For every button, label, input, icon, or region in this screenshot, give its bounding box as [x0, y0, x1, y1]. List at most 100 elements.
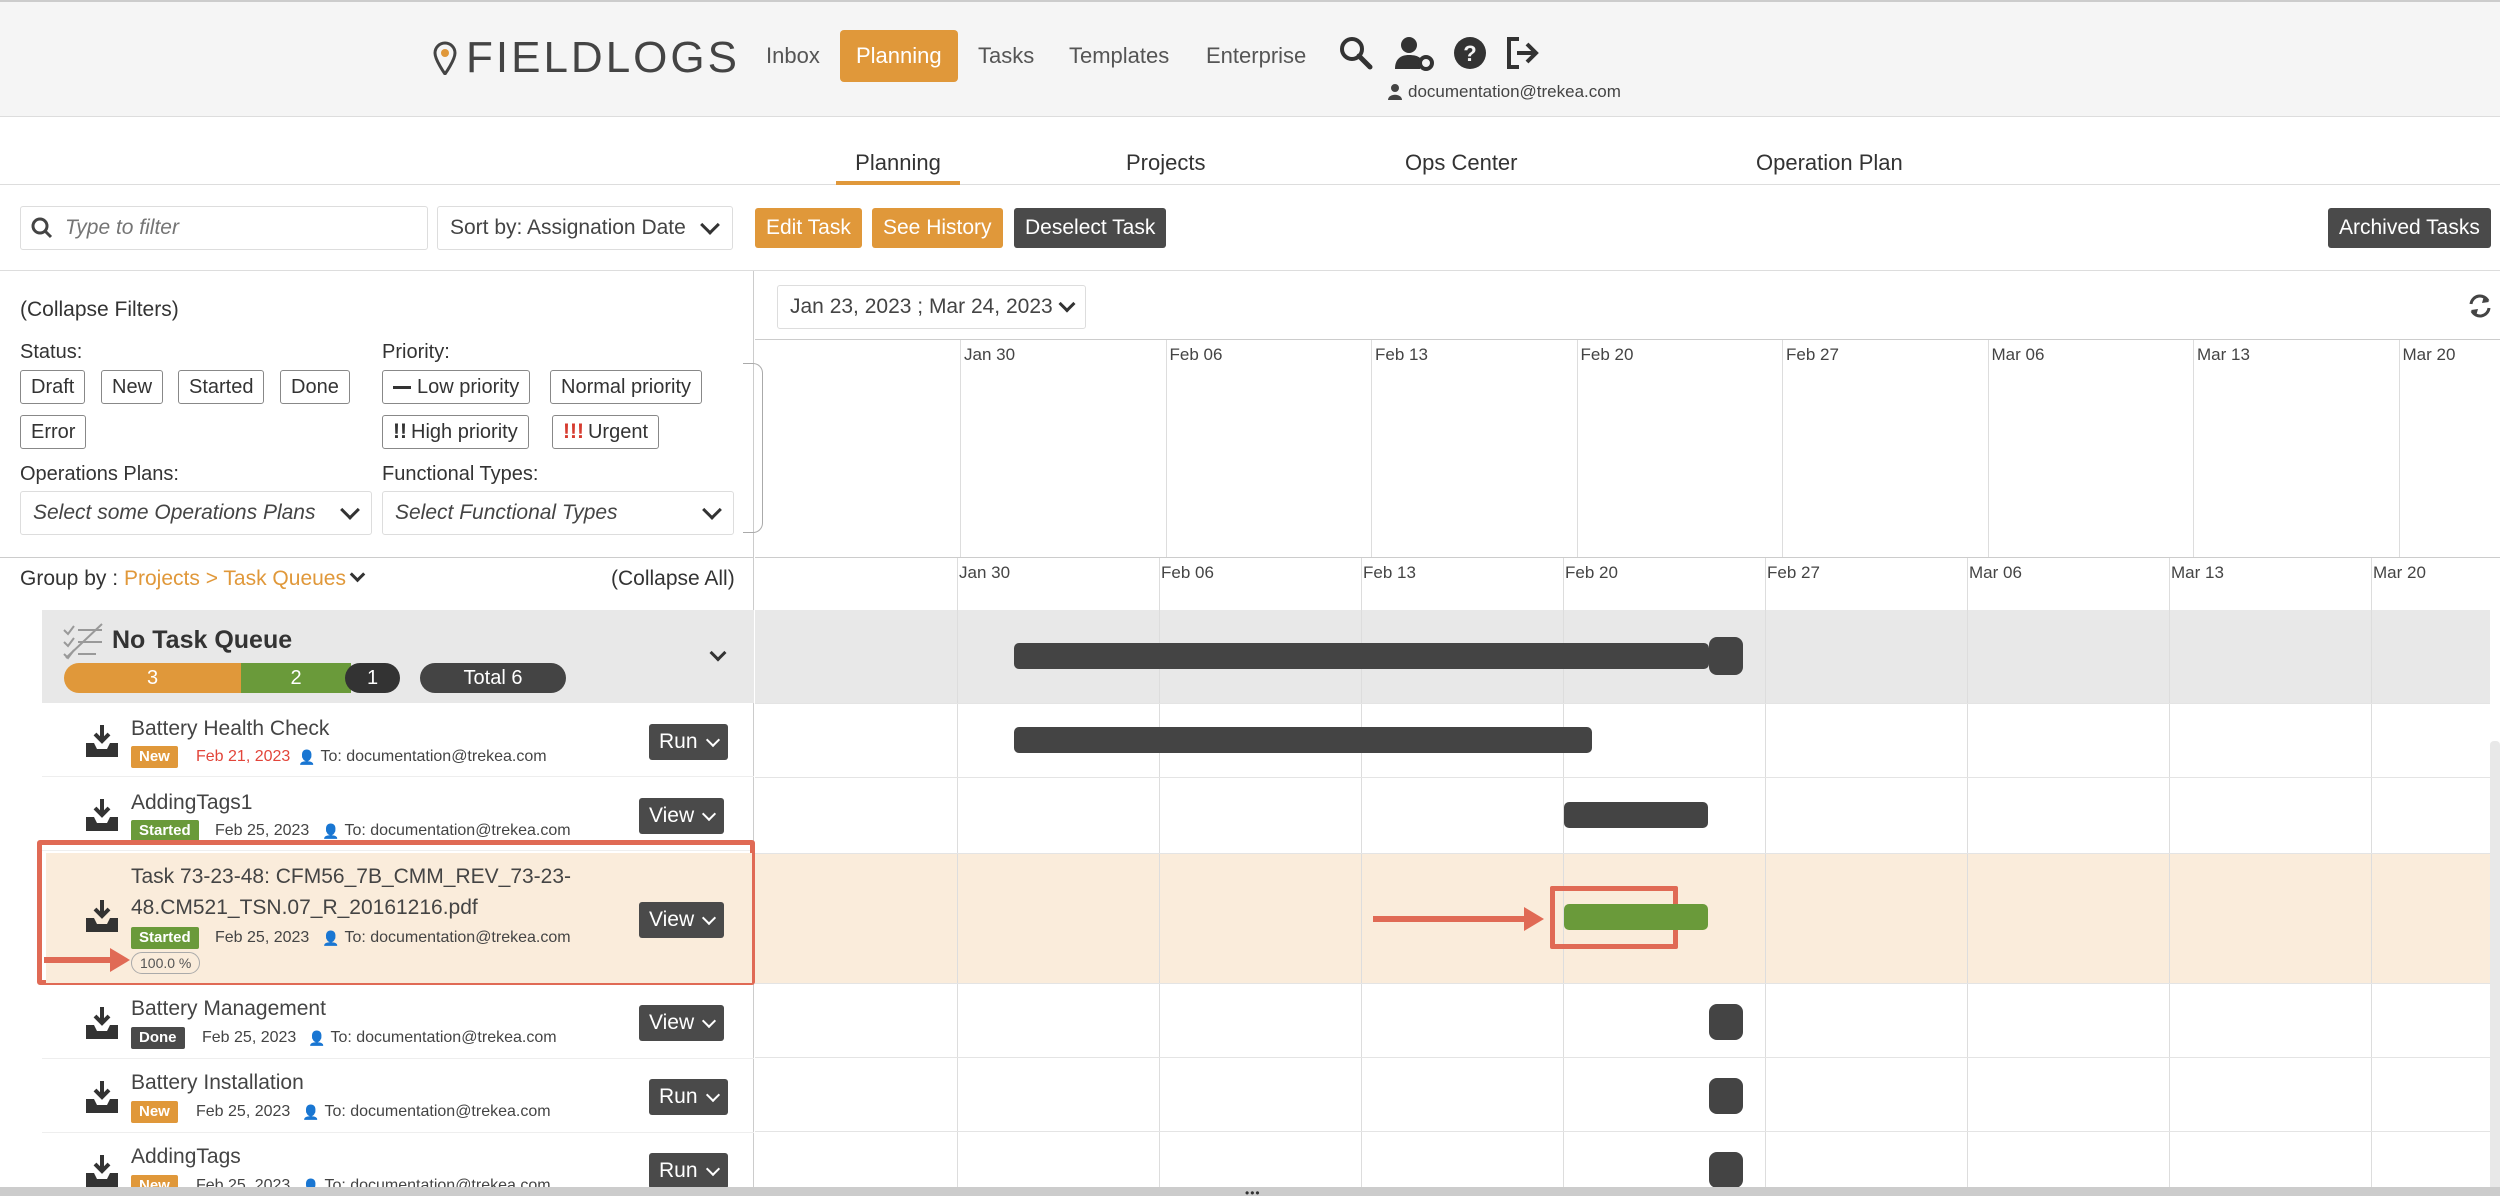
resize-handle-icon[interactable]: •••: [1245, 1186, 1261, 1200]
task-marker-battery-management[interactable]: [1709, 1004, 1743, 1040]
see-history-button[interactable]: See History: [872, 208, 1003, 248]
nav-tab-tasks[interactable]: Tasks: [962, 30, 1050, 82]
logout-icon[interactable]: [1505, 35, 1541, 71]
task-bar-selected[interactable]: [1564, 904, 1708, 930]
status-chip-done[interactable]: Done: [280, 370, 350, 404]
queue-summary-bar[interactable]: [1014, 643, 1709, 669]
run-button-label: Run: [659, 1085, 698, 1108]
collapse-all-link[interactable]: (Collapse All): [611, 567, 735, 591]
overview-date-label: Feb 06: [1169, 345, 1223, 364]
priority-chip-high[interactable]: !! High priority: [382, 415, 529, 449]
task-date: Feb 25, 2023: [215, 822, 310, 839]
group-by-select[interactable]: Projects > Task Queues: [124, 567, 346, 591]
vertical-scrollbar[interactable]: [2490, 741, 2500, 1196]
subtab-planning[interactable]: Planning: [836, 133, 960, 185]
chevron-down-icon[interactable]: [709, 644, 727, 662]
overview-date-label: Feb 20: [1580, 345, 1634, 364]
task-bar-addingtags1[interactable]: [1564, 802, 1708, 828]
task-row-selected[interactable]: Task 73-23-48: CFM56_7B_CMM_REV_73-23- 4…: [46, 853, 752, 983]
priority-chip-normal[interactable]: Normal priority: [550, 370, 703, 404]
collapse-filters-link[interactable]: (Collapse Filters): [20, 298, 179, 322]
task-assignee: 👤 To: documentation@trekea.com: [302, 1103, 551, 1121]
status-chip-draft[interactable]: Draft: [20, 370, 86, 404]
run-button[interactable]: Run: [649, 1153, 728, 1188]
task-row[interactable]: Battery Installation New Feb 25, 2023 👤 T…: [42, 1059, 754, 1133]
task-bar-battery-health-check[interactable]: [1014, 727, 1592, 753]
status-chip-started[interactable]: Started: [178, 370, 265, 404]
nav-tab-inbox[interactable]: Inbox: [750, 30, 836, 82]
timeline-date-label: Feb 27: [1767, 563, 1820, 582]
overview-date-label: Mar 20: [2402, 345, 2456, 364]
ops-plans-select[interactable]: Select some Operations Plans: [20, 491, 372, 535]
user-icon: 👤: [322, 929, 340, 946]
queue-name: No Task Queue: [112, 626, 293, 654]
date-range-text: Jan 23, 2023 ; Mar 24, 2023: [790, 295, 1053, 318]
task-name: Battery Health Check: [131, 717, 330, 740]
task-marker-addingtags[interactable]: [1709, 1152, 1743, 1188]
task-row[interactable]: Battery Health Check New Feb 21, 2023 👤 T…: [42, 703, 754, 777]
date-range-select[interactable]: Jan 23, 2023 ; Mar 24, 2023: [777, 285, 1086, 329]
timeline-grid-line: [1765, 558, 1766, 1196]
row-divider: [755, 777, 2490, 778]
user-icon: 👤: [308, 1029, 326, 1046]
status-chip-new[interactable]: New: [101, 370, 164, 404]
inbox-download-icon: [86, 799, 118, 831]
overview-grid-line: [1371, 340, 1372, 557]
overview-grid-line: [1987, 340, 1989, 557]
nav-tab-templates[interactable]: Templates: [1053, 30, 1185, 82]
functional-types-select[interactable]: Select Functional Types: [382, 491, 734, 535]
count-done-pill: 1: [345, 663, 400, 693]
status-chip-error[interactable]: Error: [20, 415, 87, 449]
view-button[interactable]: View: [639, 1005, 725, 1041]
task-marker-battery-installation[interactable]: [1709, 1078, 1743, 1114]
user-icon: 👤: [302, 1103, 320, 1120]
annotation-arrow: [44, 948, 130, 972]
refresh-icon[interactable]: [2467, 293, 2493, 319]
deselect-task-button[interactable]: Deselect Task: [1014, 208, 1167, 248]
status-badge: Done: [131, 1027, 185, 1049]
high-priority-icon: !!: [393, 420, 407, 443]
fieldlogs-logo[interactable]: FIELDLOGS: [432, 33, 740, 82]
priority-high-label: High priority: [411, 421, 518, 443]
help-icon[interactable]: ?: [1452, 35, 1488, 71]
row-divider: [755, 703, 2490, 704]
task-queue-header[interactable]: No Task Queue 3 2 1 Total 6: [42, 610, 754, 703]
run-button[interactable]: Run: [649, 1079, 728, 1115]
edit-task-button[interactable]: Edit Task: [755, 208, 862, 248]
task-name: AddingTags: [131, 1145, 241, 1168]
run-button[interactable]: Run: [649, 724, 728, 760]
overview-grid-line: [2193, 340, 2194, 557]
total-count-pill: Total 6: [420, 663, 566, 693]
sort-select[interactable]: Sort by: Assignation Date: [437, 206, 733, 250]
urgent-priority-icon: !!!: [563, 420, 584, 443]
assignee-text: To: documentation@trekea.com: [344, 822, 571, 839]
nav-tab-enterprise[interactable]: Enterprise: [1190, 30, 1322, 82]
task-row[interactable]: AddingTags New Feb 25, 2023 👤 To: documen…: [42, 1133, 754, 1188]
subtab-projects[interactable]: Projects: [1126, 133, 1205, 185]
subtab-operation-plan[interactable]: Operation Plan: [1756, 133, 1903, 185]
task-row[interactable]: Battery Management Done Feb 25, 2023 👤 To…: [42, 985, 754, 1059]
task-assignee: 👤 To: documentation@trekea.com: [308, 1029, 557, 1047]
timeline-grid-line: [2169, 558, 2170, 1196]
archived-tasks-button[interactable]: Archived Tasks: [2328, 208, 2491, 248]
chevron-down-icon[interactable]: [349, 566, 366, 583]
filter-input[interactable]: [65, 216, 405, 240]
queue-milestone-marker[interactable]: [1709, 637, 1743, 675]
zoom-bracket[interactable]: [743, 363, 763, 533]
timeline-date-label: Mar 06: [1969, 563, 2022, 582]
user-settings-icon[interactable]: [1394, 35, 1434, 71]
task-date: Feb 25, 2023: [202, 1029, 297, 1046]
subtab-ops-center[interactable]: Ops Center: [1405, 133, 1518, 185]
run-button-label: Run: [659, 730, 698, 753]
priority-label: Priority:: [382, 341, 450, 363]
group-by-label: Group by :: [20, 567, 119, 590]
filter-box[interactable]: [20, 206, 428, 250]
view-button[interactable]: View: [639, 798, 725, 834]
priority-chip-low[interactable]: Low priority: [382, 370, 531, 404]
nav-tab-planning[interactable]: Planning: [840, 30, 958, 82]
count-started-pill: 2: [241, 663, 351, 693]
priority-chip-urgent[interactable]: !!! Urgent: [552, 415, 660, 449]
view-button[interactable]: View: [639, 902, 725, 938]
search-icon[interactable]: [1338, 35, 1374, 71]
overview-grid-line: [960, 340, 961, 557]
